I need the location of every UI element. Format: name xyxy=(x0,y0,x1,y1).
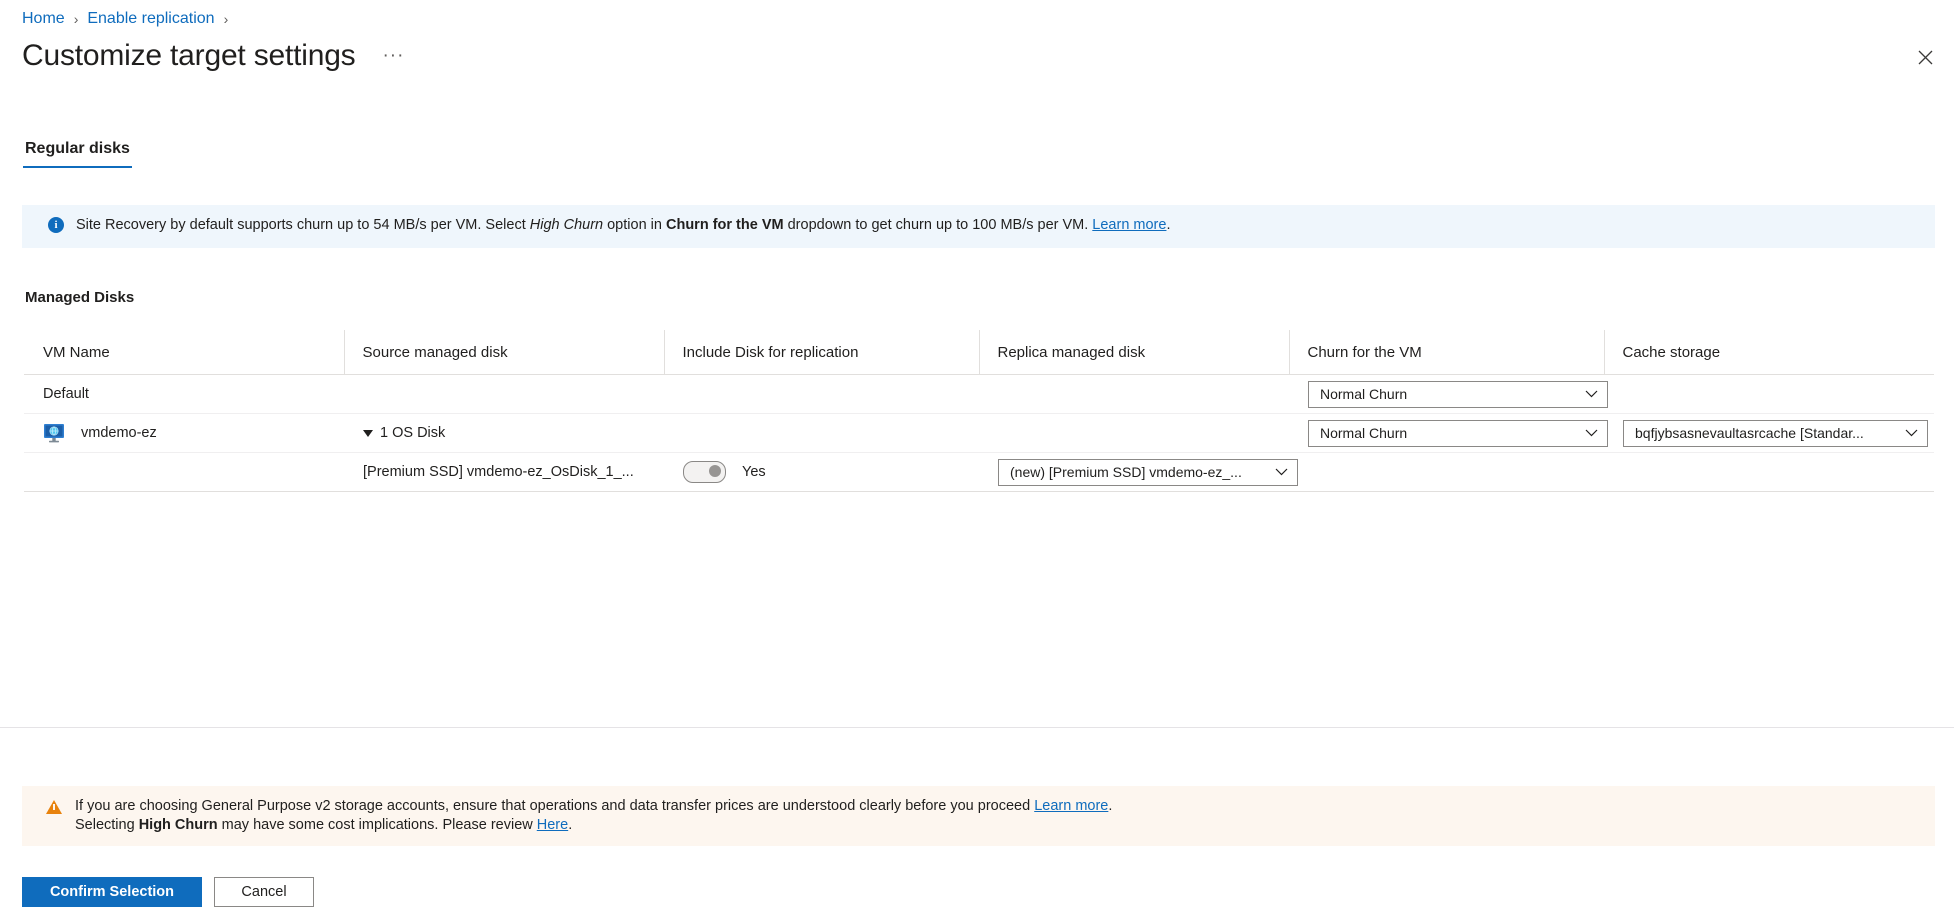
info-banner-text: Site Recovery by default supports churn … xyxy=(76,215,1190,235)
cell-vm-cache: bqfjybsasnevaultasrcache [Standar... xyxy=(1604,414,1934,453)
table-row-vm: vmdemo-ez 1 OS Disk Normal Churn xyxy=(24,414,1934,453)
cancel-button[interactable]: Cancel xyxy=(214,877,314,907)
cell-disk-churn xyxy=(1289,453,1604,492)
cell-disk-replica: (new) [Premium SSD] vmdemo-ez_... xyxy=(979,453,1289,492)
close-icon xyxy=(1918,50,1933,65)
dropdown-vm-churn-value: Normal Churn xyxy=(1320,425,1407,441)
warning-line2-text-1: Selecting xyxy=(75,817,139,833)
warning-line2-end: . xyxy=(568,817,572,833)
table-row-disk: [Premium SSD] vmdemo-ez_OsDisk_1_... Yes… xyxy=(24,453,1934,492)
warning-line2-text-2: may have some cost implications. Please … xyxy=(218,817,537,833)
info-text-bold: Churn for the VM xyxy=(666,217,784,233)
warning-banner: If you are choosing General Purpose v2 s… xyxy=(22,786,1935,846)
dropdown-default-churn-value: Normal Churn xyxy=(1320,386,1407,402)
cell-disk-source: [Premium SSD] vmdemo-ez_OsDisk_1_... xyxy=(344,453,664,492)
warning-line-2: Selecting High Churn may have some cost … xyxy=(75,816,1112,835)
breadcrumb-separator-icon-2: › xyxy=(224,12,229,26)
chevron-down-icon xyxy=(1585,390,1598,398)
warning-icon xyxy=(46,800,62,814)
breadcrumb-item-enable-replication[interactable]: Enable replication xyxy=(87,10,214,28)
column-header-vm-name: VM Name xyxy=(24,330,344,375)
dropdown-default-churn[interactable]: Normal Churn xyxy=(1308,381,1608,408)
warning-line2-bold: High Churn xyxy=(139,817,218,833)
warning-line-1: If you are choosing General Purpose v2 s… xyxy=(75,797,1112,816)
cell-default-cache xyxy=(1604,375,1934,414)
breadcrumb: Home › Enable replication › xyxy=(22,8,237,30)
tab-list: Regular disks xyxy=(23,140,132,168)
warning-line1-text: If you are choosing General Purpose v2 s… xyxy=(75,798,1034,814)
info-icon: i xyxy=(48,217,64,233)
more-options-button[interactable]: ··· xyxy=(377,47,409,65)
warning-line1-end: . xyxy=(1108,798,1112,814)
info-banner: i Site Recovery by default supports chur… xyxy=(22,205,1935,248)
dropdown-cache-storage[interactable]: bqfjybsasnevaultasrcache [Standar... xyxy=(1623,420,1928,447)
virtual-machine-icon xyxy=(43,423,65,443)
cell-default-include xyxy=(664,375,979,414)
cell-disk-vm-name xyxy=(24,453,344,492)
page-title: Customize target settings xyxy=(22,38,355,74)
managed-disks-table: VM Name Source managed disk Include Disk… xyxy=(24,330,1934,492)
dropdown-replica-managed-disk[interactable]: (new) [Premium SSD] vmdemo-ez_... xyxy=(998,459,1298,486)
info-text-part-3: dropdown to get churn up to 100 MB/s per… xyxy=(784,217,1093,233)
info-learn-more-link[interactable]: Learn more xyxy=(1092,217,1166,233)
info-text-part-1: Site Recovery by default supports churn … xyxy=(76,217,530,233)
footer-button-row: Confirm Selection Cancel xyxy=(22,877,314,907)
column-header-source-managed-disk: Source managed disk xyxy=(344,330,664,375)
dropdown-vm-churn[interactable]: Normal Churn xyxy=(1308,420,1608,447)
column-header-replica-managed-disk: Replica managed disk xyxy=(979,330,1289,375)
breadcrumb-item-home[interactable]: Home xyxy=(22,10,65,28)
tab-regular-disks[interactable]: Regular disks xyxy=(23,140,132,168)
column-header-churn-for-vm: Churn for the VM xyxy=(1289,330,1604,375)
warning-banner-text: If you are choosing General Purpose v2 s… xyxy=(75,797,1132,835)
cell-vm-include xyxy=(664,414,979,453)
dropdown-replica-value: (new) [Premium SSD] vmdemo-ez_... xyxy=(1010,464,1242,480)
breadcrumb-separator-icon: › xyxy=(74,12,79,26)
warning-learn-more-link[interactable]: Learn more xyxy=(1034,798,1108,814)
info-text-part-4: . xyxy=(1166,217,1170,233)
info-text-part-2: option in xyxy=(603,217,666,233)
cell-default-churn: Normal Churn xyxy=(1289,375,1604,414)
cell-default-source-disk xyxy=(344,375,664,414)
cell-vm-disk-group: 1 OS Disk xyxy=(344,414,664,453)
column-header-cache-storage: Cache storage xyxy=(1604,330,1934,375)
table-row-default: Default Normal Churn xyxy=(24,375,1934,414)
title-row: Customize target settings ··· xyxy=(22,38,409,74)
cell-disk-include: Yes xyxy=(664,453,979,492)
vm-name-label: vmdemo-ez xyxy=(81,425,157,441)
include-disk-toggle-label: Yes xyxy=(742,464,766,480)
cell-vm-churn: Normal Churn xyxy=(1289,414,1604,453)
chevron-down-icon xyxy=(1905,429,1918,437)
info-text-emphasis: High Churn xyxy=(530,217,603,233)
cell-vm-replica xyxy=(979,414,1289,453)
confirm-selection-button[interactable]: Confirm Selection xyxy=(22,877,202,907)
column-header-include-disk: Include Disk for replication xyxy=(664,330,979,375)
include-disk-toggle[interactable] xyxy=(683,461,726,483)
cell-default-replica xyxy=(979,375,1289,414)
caret-down-icon[interactable] xyxy=(363,430,373,437)
managed-disks-title: Managed Disks xyxy=(25,289,134,306)
table-header-row: VM Name Source managed disk Include Disk… xyxy=(24,330,1934,375)
dropdown-cache-storage-value: bqfjybsasnevaultasrcache [Standar... xyxy=(1635,425,1864,441)
close-button[interactable] xyxy=(1908,40,1942,74)
chevron-down-icon xyxy=(1275,468,1288,476)
cell-disk-cache xyxy=(1604,453,1934,492)
cell-default-vm-name: Default xyxy=(24,375,344,414)
toggle-knob xyxy=(709,465,721,477)
cell-vm-name: vmdemo-ez xyxy=(24,414,344,453)
warning-here-link[interactable]: Here xyxy=(537,817,568,833)
footer-divider xyxy=(0,727,1954,728)
chevron-down-icon xyxy=(1585,429,1598,437)
disk-group-label: 1 OS Disk xyxy=(380,425,445,441)
